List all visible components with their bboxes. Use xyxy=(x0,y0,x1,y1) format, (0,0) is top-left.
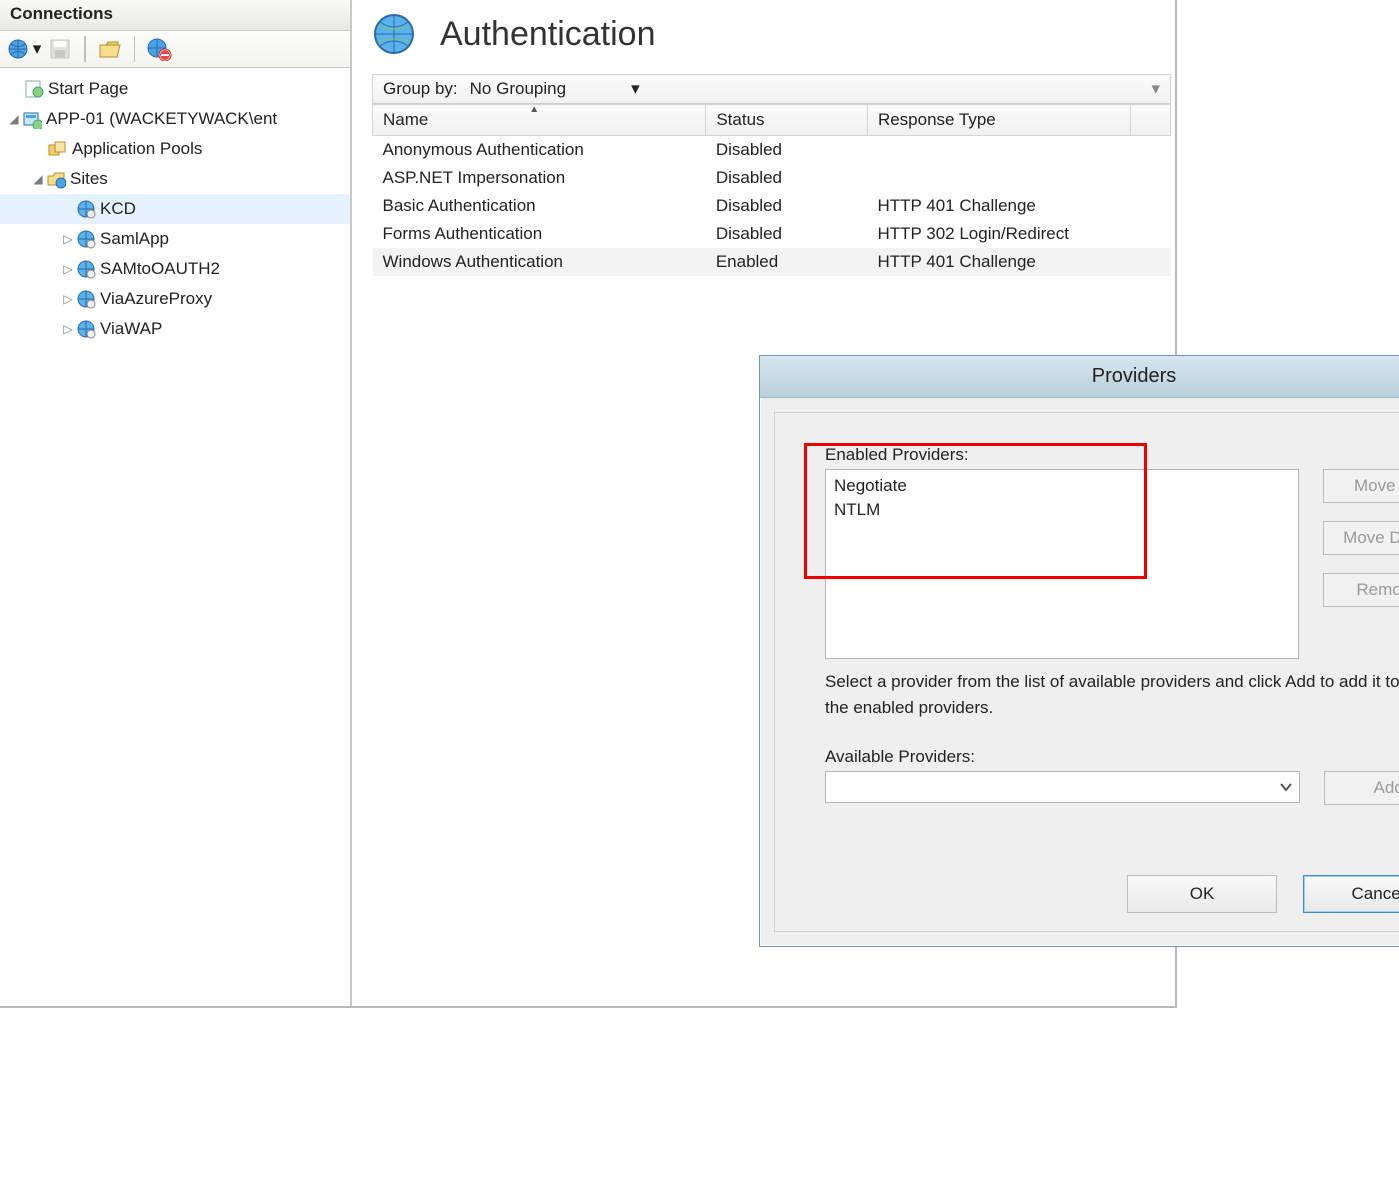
chevron-down-icon: ▾ xyxy=(631,79,640,99)
page-title: Authentication xyxy=(440,15,656,54)
cell-status: Disabled xyxy=(706,192,868,220)
cell-rtype xyxy=(867,164,1130,192)
toolbar-separator xyxy=(134,36,135,62)
connections-tree[interactable]: Start Page ◢ APP-01 (WACKETYWACK\ent App… xyxy=(0,68,350,344)
col-rtype[interactable]: Response Type xyxy=(867,105,1130,136)
group-bar: Group by: No Grouping ▾ ▾ xyxy=(372,74,1171,104)
cell-rtype: HTTP 401 Challenge xyxy=(867,192,1130,220)
auth-row[interactable]: Basic AuthenticationDisabledHTTP 401 Cha… xyxy=(373,192,1171,220)
tree-server[interactable]: ◢ APP-01 (WACKETYWACK\ent xyxy=(0,104,350,134)
connect-dropdown[interactable]: ▾ xyxy=(32,39,42,59)
start-page-icon xyxy=(24,79,44,99)
globe-stop-icon xyxy=(146,37,172,61)
app-pools-icon xyxy=(48,139,68,159)
move-up-button[interactable]: Move Up xyxy=(1323,469,1399,503)
available-providers-label: Available Providers: xyxy=(825,747,1399,767)
cell-status: Disabled xyxy=(706,164,868,192)
available-providers-combo[interactable] xyxy=(825,771,1300,803)
cell-status: Enabled xyxy=(706,248,868,276)
connections-title: Connections xyxy=(0,0,350,31)
enabled-providers-list[interactable]: NegotiateNTLM xyxy=(825,469,1299,659)
group-by-select[interactable]: No Grouping ▾ xyxy=(470,79,640,99)
dialog-titlebar[interactable]: Providers ? x xyxy=(760,356,1399,398)
connections-toolbar: ▾ xyxy=(0,31,350,68)
group-by-label: Group by: xyxy=(383,79,458,99)
chevron-down-icon xyxy=(1279,780,1293,794)
main-panel: Authentication Group by: No Grouping ▾ ▾… xyxy=(352,0,1175,1006)
cell-status: Disabled xyxy=(706,136,868,165)
floppy-icon xyxy=(49,38,71,60)
tree-expand-icon[interactable]: ▷ xyxy=(60,232,76,246)
enabled-providers-label: Enabled Providers: xyxy=(825,445,1399,465)
tree-site-item[interactable]: ▷ ViaAzureProxy xyxy=(0,284,350,314)
tree-site-item[interactable]: ▷ SAMtoOAUTH2 xyxy=(0,254,350,284)
cell-name: Anonymous Authentication xyxy=(373,136,706,165)
enabled-provider-item[interactable]: Negotiate xyxy=(834,474,1290,498)
tree-expand-icon[interactable]: ▷ xyxy=(60,292,76,306)
add-button[interactable]: Add xyxy=(1324,771,1399,805)
authentication-table[interactable]: Name ▲ Status Response Type Anonymous Au… xyxy=(372,104,1171,276)
cell-rtype: HTTP 302 Login/Redirect xyxy=(867,220,1130,248)
cell-rtype: HTTP 401 Challenge xyxy=(867,248,1130,276)
tree-site-item[interactable]: ▷ ViaWAP xyxy=(0,314,350,344)
cell-name: Forms Authentication xyxy=(373,220,706,248)
cell-status: Disabled xyxy=(706,220,868,248)
open-folder-button[interactable] xyxy=(96,35,124,63)
sites-folder-icon xyxy=(46,169,66,189)
view-toggle[interactable]: ▾ xyxy=(1151,79,1160,99)
stop-site-button[interactable] xyxy=(145,35,173,63)
auth-row[interactable]: Windows AuthenticationEnabledHTTP 401 Ch… xyxy=(373,248,1171,276)
tree-collapse-icon[interactable]: ◢ xyxy=(30,172,46,186)
tree-site-label: SAMtoOAUTH2 xyxy=(96,259,220,279)
site-globe-icon xyxy=(76,199,96,219)
globe-icon xyxy=(7,38,29,60)
cancel-button[interactable]: Cancel xyxy=(1303,875,1399,913)
auth-row[interactable]: Anonymous AuthenticationDisabled xyxy=(373,136,1171,165)
dialog-title: Providers xyxy=(1092,365,1176,388)
tree-app-pools[interactable]: Application Pools xyxy=(0,134,350,164)
tree-site-label: SamlApp xyxy=(96,229,169,249)
ok-button[interactable]: OK xyxy=(1127,875,1277,913)
tree-start-page[interactable]: Start Page xyxy=(0,74,350,104)
site-globe-icon xyxy=(76,229,96,249)
tree-site-item[interactable]: ▷ SamlApp xyxy=(0,224,350,254)
folder-open-icon xyxy=(98,38,122,60)
cell-name: ASP.NET Impersonation xyxy=(373,164,706,192)
col-status[interactable]: Status xyxy=(706,105,868,136)
tree-site-label: KCD xyxy=(96,199,136,219)
enabled-provider-item[interactable]: NTLM xyxy=(834,498,1290,522)
move-down-button[interactable]: Move Down xyxy=(1323,521,1399,555)
tree-sites[interactable]: ◢ Sites xyxy=(0,164,350,194)
tree-collapse-icon[interactable]: ◢ xyxy=(6,112,22,126)
authentication-icon xyxy=(372,12,416,56)
toolbar-separator xyxy=(84,36,86,62)
server-icon xyxy=(22,109,42,129)
tree-expand-icon[interactable]: ▷ xyxy=(60,322,76,336)
site-globe-icon xyxy=(76,259,96,279)
sort-asc-icon: ▲ xyxy=(529,104,539,115)
tree-site-label: ViaWAP xyxy=(96,319,162,339)
connect-button[interactable] xyxy=(4,35,32,63)
cell-name: Basic Authentication xyxy=(373,192,706,220)
cell-rtype xyxy=(867,136,1130,165)
tree-site-item[interactable]: KCD xyxy=(0,194,350,224)
providers-dialog: Providers ? x Enabled Providers: Negotia… xyxy=(759,355,1399,947)
cell-name: Windows Authentication xyxy=(373,248,706,276)
remove-button[interactable]: Remove xyxy=(1323,573,1399,607)
site-globe-icon xyxy=(76,289,96,309)
save-button[interactable] xyxy=(46,35,74,63)
col-spacer xyxy=(1130,105,1170,136)
site-globe-icon xyxy=(76,319,96,339)
tree-site-label: ViaAzureProxy xyxy=(96,289,212,309)
providers-hint: Select a provider from the list of avail… xyxy=(825,669,1399,721)
connections-panel: Connections ▾ xyxy=(0,0,352,1006)
tree-expand-icon[interactable]: ▷ xyxy=(60,262,76,276)
auth-row[interactable]: ASP.NET ImpersonationDisabled xyxy=(373,164,1171,192)
col-name[interactable]: Name ▲ xyxy=(373,105,706,136)
auth-row[interactable]: Forms AuthenticationDisabledHTTP 302 Log… xyxy=(373,220,1171,248)
